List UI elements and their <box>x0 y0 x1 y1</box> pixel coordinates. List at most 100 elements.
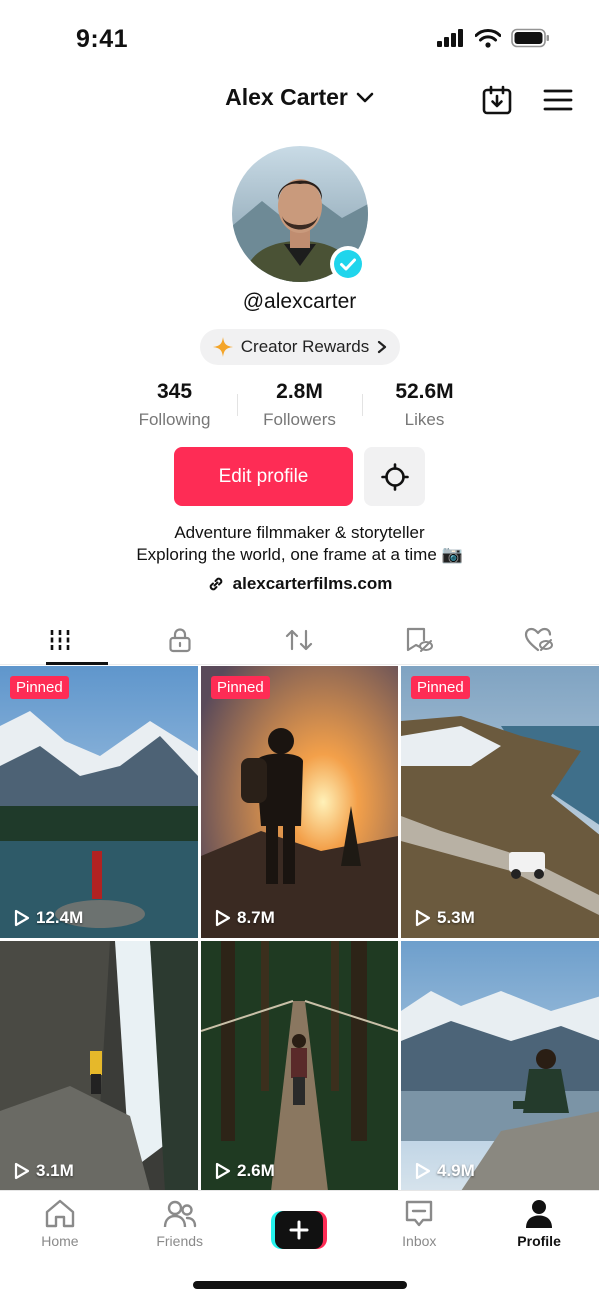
stat-followers[interactable]: 2.8M Followers <box>237 380 362 436</box>
tab-reposts[interactable] <box>240 615 360 664</box>
view-count-text: 3.1M <box>36 1161 74 1180</box>
battery-icon <box>511 28 549 48</box>
liked-hidden-icon[interactable] <box>524 626 554 654</box>
signal-icon <box>437 29 463 47</box>
play-icon <box>14 909 30 927</box>
nav-profile[interactable]: Profile <box>479 1191 599 1260</box>
pinned-badge: Pinned <box>411 676 470 699</box>
profile-stats: 345 Following 2.8M Followers 52.6M Likes <box>112 380 488 436</box>
create-button[interactable] <box>271 1211 328 1249</box>
stat-label: Following <box>138 410 211 429</box>
tab-favorites[interactable] <box>359 615 479 664</box>
edit-profile-button[interactable]: Edit profile <box>174 447 353 506</box>
stat-following[interactable]: 345 Following <box>112 380 237 436</box>
bookmark-hidden-icon[interactable] <box>404 626 434 654</box>
play-icon <box>415 1162 431 1180</box>
video-thumbnail-image[interactable] <box>201 941 398 1191</box>
lock-icon[interactable] <box>167 627 193 653</box>
profile-header: Alex Carter <box>0 80 599 120</box>
home-icon[interactable] <box>44 1199 76 1229</box>
video-thumbnail[interactable]: Pinned 5.3M <box>401 666 599 938</box>
videos-grid-icon[interactable] <box>48 628 72 652</box>
video-thumbnail[interactable]: Pinned 8.7M <box>201 666 398 938</box>
verified-badge <box>330 246 366 282</box>
view-count-text: 5.3M <box>437 908 475 927</box>
tab-private[interactable] <box>120 615 240 664</box>
view-count-text: 8.7M <box>237 908 275 927</box>
nav-home[interactable]: Home <box>0 1191 120 1260</box>
pinned-badge: Pinned <box>10 676 69 699</box>
stat-value: 52.6M <box>395 380 454 403</box>
wifi-icon <box>475 28 501 48</box>
stat-label: Likes <box>404 410 445 429</box>
video-thumbnail[interactable]: 3.1M <box>0 941 198 1191</box>
menu-icon[interactable] <box>543 88 573 112</box>
friends-icon[interactable] <box>163 1199 197 1229</box>
chevron-right-icon <box>378 340 387 354</box>
bio: Adventure filmmaker & storyteller Explor… <box>0 522 599 566</box>
avatar[interactable] <box>232 146 368 282</box>
calendar-button[interactable] <box>477 80 517 120</box>
play-icon <box>215 1162 231 1180</box>
username: @alexcarter <box>242 290 357 313</box>
view-count: 12.4M <box>14 908 83 928</box>
calendar-download-icon[interactable] <box>481 84 513 116</box>
status-bar: 9:41 <box>0 0 599 80</box>
bio-line: Adventure filmmaker & storyteller <box>174 523 425 542</box>
creator-rewards-label: Creator Rewards <box>240 337 370 356</box>
view-count-text: 2.6M <box>237 1161 275 1180</box>
link-icon <box>209 577 222 591</box>
view-count-text: 4.9M <box>437 1161 475 1180</box>
video-thumbnail[interactable]: 4.9M <box>401 941 599 1191</box>
tab-liked[interactable] <box>479 615 599 664</box>
chevron-down-icon[interactable] <box>356 92 374 104</box>
stat-label: Followers <box>263 410 336 429</box>
view-count: 5.3M <box>415 908 475 928</box>
stat-value: 345 <box>156 380 193 403</box>
video-thumbnail-image[interactable] <box>401 941 599 1191</box>
stat-likes[interactable]: 52.6M Likes <box>362 380 487 436</box>
video-thumbnail-image[interactable] <box>0 941 198 1191</box>
play-icon <box>14 1162 30 1180</box>
video-thumbnail[interactable]: Pinned 12.4M <box>0 666 198 938</box>
nav-create[interactable] <box>240 1191 360 1260</box>
create-icon[interactable] <box>289 1220 309 1240</box>
status-icons <box>437 28 551 48</box>
view-count-text: 12.4M <box>36 908 84 927</box>
play-icon <box>415 909 431 927</box>
profile-link-text[interactable]: alexcarterfilms.com <box>233 574 393 594</box>
creator-rewards-button[interactable]: Creator Rewards <box>200 329 400 365</box>
view-count: 3.1M <box>14 1161 74 1181</box>
verified-check-icon <box>334 250 362 278</box>
nav-inbox[interactable]: Inbox <box>359 1191 479 1260</box>
profile-icon[interactable] <box>524 1199 554 1229</box>
pinned-badge: Pinned <box>211 676 270 699</box>
nav-label: Profile <box>517 1233 561 1249</box>
nav-label: Inbox <box>402 1233 437 1249</box>
repost-icon[interactable] <box>284 627 314 653</box>
stat-value: 2.8M <box>276 380 323 403</box>
tab-videos[interactable] <box>0 615 120 665</box>
bottom-nav: Home Friends Inbox Profile <box>0 1190 599 1260</box>
view-count: 4.9M <box>415 1161 475 1181</box>
settings-gear-icon[interactable] <box>380 462 409 491</box>
nav-friends[interactable]: Friends <box>120 1191 240 1260</box>
account-name[interactable]: Alex Carter <box>225 84 348 111</box>
sparkle-icon <box>212 337 233 357</box>
play-icon <box>215 909 231 927</box>
view-count: 2.6M <box>215 1161 275 1181</box>
status-time: 9:41 <box>76 25 129 53</box>
bio-line: Exploring the world, one frame at a time… <box>136 545 463 564</box>
view-count: 8.7M <box>215 908 275 928</box>
profile-link[interactable]: alexcarterfilms.com <box>0 574 599 594</box>
menu-button[interactable] <box>538 80 578 120</box>
nav-label: Home <box>41 1233 79 1249</box>
video-thumbnail[interactable]: 2.6M <box>201 941 398 1191</box>
video-thumbnail-image[interactable] <box>201 666 398 938</box>
content-tabs <box>0 615 599 665</box>
settings-button[interactable] <box>364 447 425 506</box>
video-thumbnail-image[interactable] <box>401 666 599 938</box>
video-thumbnail-image[interactable] <box>0 666 198 938</box>
home-indicator <box>193 1281 407 1289</box>
inbox-icon[interactable] <box>404 1199 434 1229</box>
